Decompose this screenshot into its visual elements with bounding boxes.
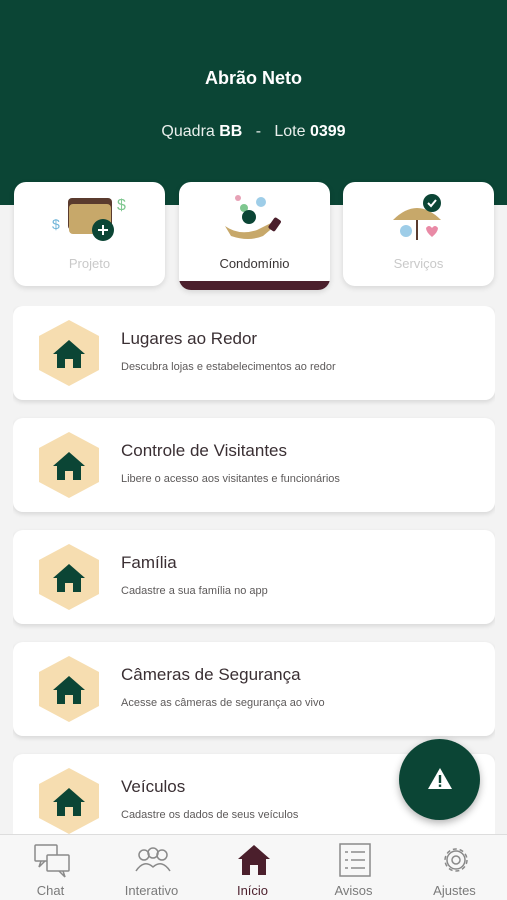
bottom-navigation: Chat Interativo Início Avisos Ajustes [0, 834, 507, 900]
nav-chat[interactable]: Chat [0, 835, 101, 900]
umbrella-icon [393, 194, 441, 240]
home-icon [39, 656, 99, 722]
header: Abrão Neto Quadra BB - Lote 0399 [0, 0, 507, 205]
home-icon [238, 845, 270, 875]
card-controle-de-visitantes[interactable]: Controle de Visitantes Libere o acesso a… [13, 418, 495, 512]
home-icon [39, 320, 99, 386]
quadra-value: BB [219, 123, 243, 140]
card-title: Veículos [121, 777, 186, 796]
nav-label: Avisos [334, 883, 373, 898]
lote-label: Lote [274, 123, 306, 140]
tab-label: Condomínio [219, 256, 290, 271]
card-cameras-de-seguranca[interactable]: Câmeras de Segurança Acesse as câmeras d… [13, 642, 495, 736]
card-title: Família [121, 553, 177, 572]
nav-interativo[interactable]: Interativo [101, 835, 202, 900]
hand-coins-icon [225, 195, 281, 239]
card-description: Cadastre a sua família no app [121, 585, 268, 597]
tab-servicos[interactable]: Serviços [343, 182, 494, 286]
tab-condominio[interactable]: Condomínio [179, 182, 330, 290]
svg-text:$: $ [52, 216, 60, 232]
chat-icon [34, 844, 70, 878]
gear-icon [444, 848, 468, 872]
address: Quadra BB - Lote 0399 [0, 123, 507, 141]
list-icon [339, 843, 371, 877]
card-title: Controle de Visitantes [121, 441, 288, 460]
tab-label: Serviços [393, 256, 444, 271]
nav-label: Ajustes [433, 883, 476, 898]
home-icon [39, 768, 99, 834]
card-description: Cadastre os dados de seus veículos [121, 809, 299, 821]
card-title: Lugares ao Redor [121, 329, 258, 348]
nav-label: Interativo [124, 883, 179, 898]
svg-text:$: $ [117, 197, 126, 214]
active-tab-indicator [179, 281, 330, 290]
home-icon [39, 432, 99, 498]
nav-inicio[interactable]: Início [202, 835, 303, 900]
nav-avisos[interactable]: Avisos [303, 835, 404, 900]
card-lugares-ao-redor[interactable]: Lugares ao Redor Descubra lojas e estabe… [13, 306, 495, 400]
card-description: Descubra lojas e estabelecimentos ao red… [121, 361, 336, 373]
tab-projeto[interactable]: $ $ Projeto [14, 182, 165, 286]
warning-icon [428, 768, 452, 789]
card-familia[interactable]: Família Cadastre a sua família no app [13, 530, 495, 624]
lote-value: 0399 [309, 123, 346, 140]
address-separator: - [255, 123, 262, 140]
nav-label: Chat [36, 883, 65, 898]
wallet-icon: $ $ [52, 197, 126, 241]
card-description: Libere o acesso aos visitantes e funcion… [121, 473, 340, 485]
user-name: Abrão Neto [204, 68, 302, 88]
quadra-label: Quadra [161, 123, 215, 140]
tab-label: Projeto [68, 256, 111, 271]
people-icon [135, 847, 171, 872]
nav-label: Início [236, 883, 269, 898]
nav-ajustes[interactable]: Ajustes [404, 835, 505, 900]
alert-fab-button[interactable] [399, 739, 480, 820]
home-icon [39, 544, 99, 610]
card-description: Acesse as câmeras de segurança ao vivo [121, 697, 325, 709]
category-tabs: $ $ Projeto Condomínio Serviços [14, 182, 494, 290]
card-title: Câmeras de Segurança [121, 665, 301, 684]
